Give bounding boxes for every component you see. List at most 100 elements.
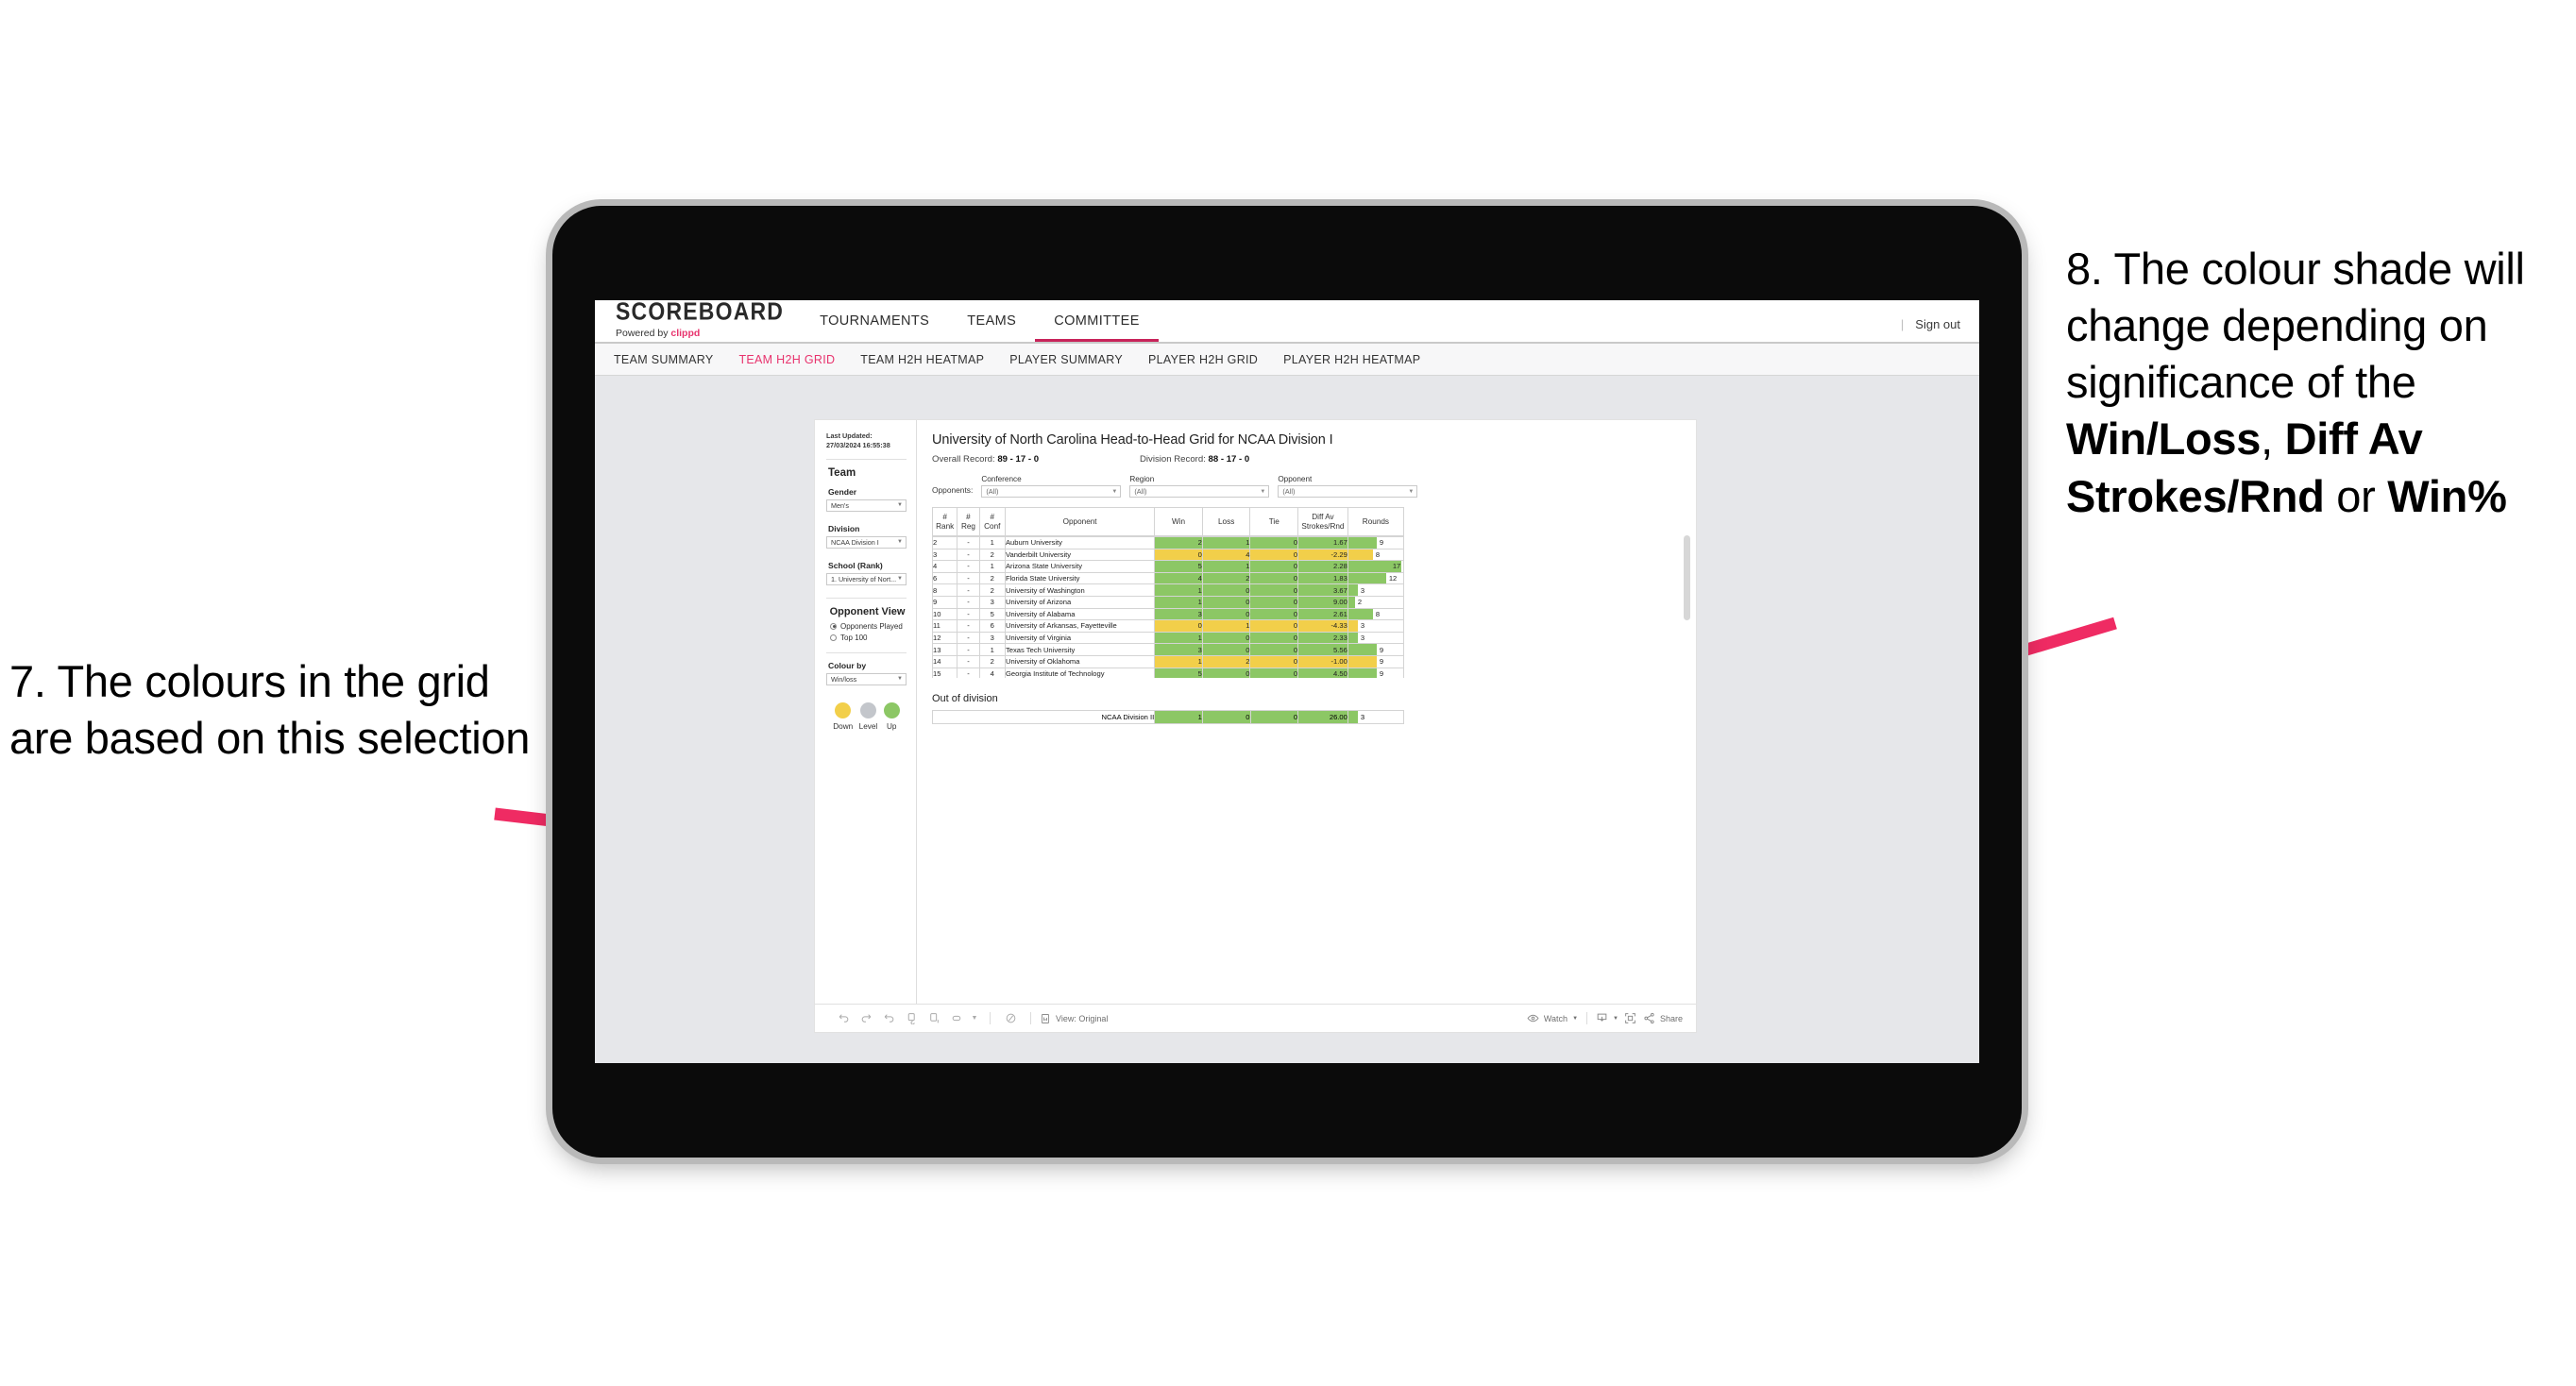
col-conf[interactable]: # Conf bbox=[978, 507, 1006, 536]
table-row[interactable]: 2-1 Auburn University 2 1 0 1.67 9 bbox=[932, 536, 1405, 549]
cell-reg: - bbox=[957, 654, 980, 668]
cell-tie: 0 bbox=[1249, 583, 1299, 597]
school-value: 1. University of Nort... bbox=[831, 574, 897, 583]
region-value: (All) bbox=[1134, 487, 1147, 496]
col-rounds[interactable]: Rounds bbox=[1347, 507, 1405, 536]
fullscreen-icon[interactable] bbox=[1618, 1012, 1643, 1024]
rounds-bar bbox=[1347, 596, 1355, 608]
subnav-item-team-summary[interactable]: TEAM SUMMARY bbox=[614, 353, 731, 366]
cell-tie: 0 bbox=[1249, 654, 1299, 668]
view-original-button[interactable]: View: Original bbox=[1040, 1013, 1108, 1024]
annotation-right-mid1: , bbox=[2261, 414, 2285, 465]
table-row[interactable]: 6-2 Florida State University 4 2 0 1.83 12 bbox=[932, 571, 1405, 585]
rounds-value: 3 bbox=[1360, 712, 1365, 721]
col-tie[interactable]: Tie bbox=[1249, 507, 1299, 536]
school-label: School (Rank) bbox=[828, 560, 883, 570]
col-opponent[interactable]: Opponent bbox=[1004, 507, 1156, 536]
radio-opponents-played[interactable]: Opponents Played bbox=[830, 622, 907, 631]
share-label: Share bbox=[1659, 1013, 1683, 1023]
cell-ood-loss: 0 bbox=[1201, 710, 1251, 724]
cell-rounds: 3 bbox=[1347, 710, 1405, 724]
cell-rounds: 3 bbox=[1347, 583, 1405, 597]
cell-rounds: 9 bbox=[1347, 536, 1405, 549]
colour-by-select[interactable]: Win/loss ▼ bbox=[826, 672, 907, 685]
table-row[interactable]: 15-4 Georgia Institute of Technology 5 0 0 4.… bbox=[932, 667, 1405, 678]
out-of-division-row[interactable]: NCAA Division II 1 0 0 26.00 3 bbox=[931, 710, 1405, 724]
table-row[interactable]: 3-2 Vanderbilt University 0 4 0 -2.29 8 bbox=[932, 548, 1405, 562]
col-rank-l1: # bbox=[942, 513, 947, 522]
cell-diff: -1.00 bbox=[1297, 654, 1348, 668]
rounds-bar bbox=[1347, 632, 1358, 644]
table-row[interactable]: 8-2 University of Washington 1 0 0 3.67 3 bbox=[932, 583, 1405, 597]
grid-scrollbar[interactable] bbox=[1684, 535, 1690, 620]
refresh-data-icon[interactable] bbox=[900, 1012, 923, 1024]
watch-button[interactable]: Watch ▼ bbox=[1527, 1012, 1578, 1024]
subnav-item-player-h2h-heatmap[interactable]: PLAYER H2H HEATMAP bbox=[1283, 353, 1438, 366]
rounds-bar bbox=[1347, 549, 1373, 561]
region-select[interactable]: (All) ▼ bbox=[1129, 485, 1270, 498]
cell-opponent: University of Washington bbox=[1004, 583, 1156, 597]
undo-icon[interactable] bbox=[832, 1012, 855, 1024]
h2h-grid-scroll-area[interactable]: 2-1 Auburn University 2 1 0 1.67 9 3-2 Vanderbil… bbox=[932, 536, 1683, 678]
cell-diff: 4.50 bbox=[1297, 667, 1348, 678]
legend-item-up: Up bbox=[883, 701, 900, 731]
gender-value: Men's bbox=[831, 500, 849, 510]
col-rank-l2: Rank bbox=[936, 521, 955, 531]
app-sub-navigation: TEAM SUMMARY TEAM H2H GRID TEAM H2H HEAT… bbox=[595, 344, 1979, 376]
table-row[interactable]: 4-1 Arizona State University 5 1 0 2.28 17 bbox=[932, 560, 1405, 573]
table-row[interactable]: 14-2 University of Oklahoma 1 2 0 -1.00 9 bbox=[932, 654, 1405, 668]
pause-icon[interactable] bbox=[999, 1012, 1022, 1024]
download-button[interactable]: ▼ bbox=[1596, 1012, 1618, 1024]
redo-icon[interactable] bbox=[855, 1012, 877, 1024]
bookmark-icon[interactable] bbox=[945, 1012, 968, 1024]
subnav-item-player-summary[interactable]: PLAYER SUMMARY bbox=[1009, 353, 1141, 366]
cell-rounds: 2 bbox=[1347, 595, 1405, 609]
table-row[interactable]: 11-6 University of Arkansas, Fayetteville… bbox=[932, 619, 1405, 633]
school-select[interactable]: 1. University of Nort... ▼ bbox=[826, 572, 907, 585]
cell-tie: 0 bbox=[1249, 571, 1299, 585]
top-navigation: TOURNAMENTS TEAMS COMMITTEE bbox=[801, 300, 1159, 342]
revert-icon[interactable] bbox=[877, 1012, 900, 1024]
cell-reg: - bbox=[957, 643, 980, 656]
col-rank[interactable]: # Rank bbox=[931, 507, 958, 536]
division-select[interactable]: NCAA Division I ▼ bbox=[826, 535, 907, 549]
table-row[interactable]: 13-1 Texas Tech University 3 0 0 5.56 9 bbox=[932, 643, 1405, 656]
divider bbox=[826, 597, 907, 599]
col-win[interactable]: Win bbox=[1154, 507, 1203, 536]
conference-select[interactable]: (All) ▼ bbox=[981, 485, 1122, 498]
topnav-item-tournaments[interactable]: TOURNAMENTS bbox=[801, 313, 948, 342]
table-row[interactable]: 10-5 University of Alabama 3 0 0 2.61 8 bbox=[932, 607, 1405, 621]
out-of-division-table: NCAA Division II 1 0 0 26.00 3 bbox=[931, 710, 1405, 724]
topnav-item-committee[interactable]: COMMITTEE bbox=[1035, 313, 1159, 342]
cell-rank: 11 bbox=[932, 619, 958, 633]
cell-reg: - bbox=[957, 631, 980, 645]
gender-select[interactable]: Men's ▼ bbox=[826, 499, 907, 512]
cell-opponent: Auburn University bbox=[1004, 536, 1156, 549]
radio-top-100[interactable]: Top 100 bbox=[830, 634, 907, 642]
divider bbox=[1586, 1012, 1588, 1024]
col-loss[interactable]: Loss bbox=[1201, 507, 1251, 536]
radio-opponents-played-label: Opponents Played bbox=[840, 621, 903, 631]
subnav-item-team-h2h-grid[interactable]: TEAM H2H GRID bbox=[738, 353, 853, 366]
cell-win: 5 bbox=[1154, 667, 1203, 678]
opponent-select[interactable]: (All) ▼ bbox=[1278, 485, 1418, 498]
h2h-grid-head: # Rank # Reg # Conf Opponent Win Loss Tie D… bbox=[931, 507, 1405, 536]
brand-logo[interactable]: SCOREBOARD Powered by clippd bbox=[595, 300, 801, 343]
share-button[interactable]: Share bbox=[1643, 1012, 1683, 1024]
table-row[interactable]: 12-3 University of Virginia 1 0 0 2.33 3 bbox=[932, 631, 1405, 645]
chevron-down-icon: ▼ bbox=[1260, 488, 1266, 495]
cell-loss: 1 bbox=[1201, 536, 1251, 549]
topnav-item-teams[interactable]: TEAMS bbox=[948, 313, 1035, 342]
pause-auto-update-icon[interactable] bbox=[923, 1012, 945, 1024]
col-reg[interactable]: # Reg bbox=[957, 507, 980, 536]
cell-loss: 4 bbox=[1201, 548, 1251, 562]
chevron-down-icon: ▼ bbox=[897, 576, 903, 583]
col-diff-av-strokes[interactable]: Diff Av Strokes/Rnd bbox=[1297, 507, 1348, 536]
chevron-down-icon[interactable]: ▼ bbox=[968, 1015, 981, 1022]
table-row[interactable]: 9-3 University of Arizona 1 0 0 9.00 2 bbox=[932, 595, 1405, 609]
cell-diff: 2.33 bbox=[1297, 631, 1348, 645]
signout-link[interactable]: Sign out bbox=[1915, 317, 1960, 331]
subnav-item-player-h2h-grid[interactable]: PLAYER H2H GRID bbox=[1148, 353, 1276, 366]
rounds-bar bbox=[1347, 584, 1358, 596]
subnav-item-team-h2h-heatmap[interactable]: TEAM H2H HEATMAP bbox=[860, 353, 1002, 366]
